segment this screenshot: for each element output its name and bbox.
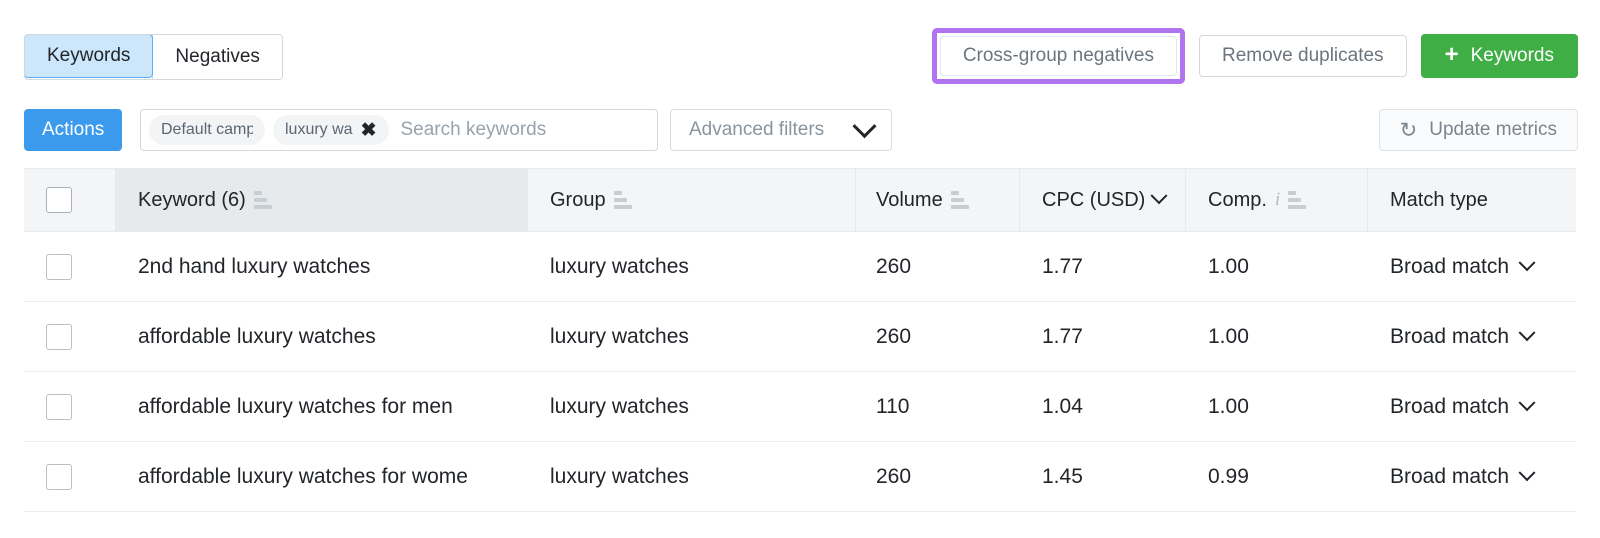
update-metrics-label: Update metrics — [1429, 119, 1557, 140]
close-icon[interactable]: ✖ — [361, 121, 377, 140]
select-all-checkbox[interactable] — [46, 187, 72, 213]
cell-volume: 110 — [876, 394, 910, 418]
view-tabs: Keywords Negatives — [24, 34, 283, 80]
row-checkbox[interactable] — [46, 463, 72, 490]
tab-keywords-label: Keywords — [47, 45, 131, 66]
cell-group: luxury watches — [550, 394, 689, 418]
column-header-match-type[interactable]: Match type — [1368, 168, 1576, 232]
cell-volume: 260 — [876, 324, 912, 348]
cell-volume: 260 — [876, 254, 912, 278]
column-header-group-label: Group — [550, 188, 606, 211]
keywords-manager-page: Keywords Negatives Cross-group negatives… — [0, 0, 1600, 538]
cell-cpc: 1.45 — [1042, 464, 1083, 488]
filter-chip-group[interactable]: luxury wa ✖ — [273, 115, 389, 145]
cell-match-type-label: Broad match — [1390, 254, 1510, 278]
row-select-cell[interactable] — [24, 302, 116, 372]
cell-cpc: 1.04 — [1042, 394, 1083, 418]
table-row[interactable]: 2nd hand luxury watches luxury watches 2… — [24, 232, 1576, 302]
sort-icon[interactable] — [253, 191, 272, 209]
add-keywords-label: Keywords — [1470, 45, 1554, 66]
column-header-volume-label: Volume — [876, 188, 943, 211]
cross-group-negatives-highlight: Cross-group negatives — [931, 28, 1185, 84]
column-header-comp[interactable]: Comp. i — [1186, 168, 1368, 232]
table-row[interactable]: affordable luxury watches luxury watches… — [24, 302, 1576, 372]
tab-keywords[interactable]: Keywords — [24, 35, 154, 78]
chevron-down-icon[interactable] — [1518, 393, 1536, 411]
cell-keyword: affordable luxury watches — [138, 324, 376, 348]
cell-group: luxury watches — [550, 254, 689, 278]
refresh-icon: ↻ — [1399, 118, 1418, 142]
table-row[interactable]: affordable luxury watches for wome luxur… — [24, 442, 1576, 512]
cell-match-type[interactable]: Broad match — [1368, 302, 1576, 372]
add-keywords-button[interactable]: + Keywords — [1420, 34, 1578, 78]
table-body: 2nd hand luxury watches luxury watches 2… — [24, 232, 1576, 512]
column-header-comp-label: Comp. — [1208, 188, 1267, 211]
filter-chip-campaign[interactable]: Default campa — [149, 115, 265, 145]
filter-chip-campaign-label: Default campa — [161, 121, 253, 138]
cell-cpc: 1.77 — [1042, 254, 1083, 278]
cell-comp: 1.00 — [1208, 254, 1249, 278]
sort-icon[interactable] — [613, 191, 632, 209]
remove-duplicates-label: Remove duplicates — [1221, 45, 1384, 66]
column-header-match-type-label: Match type — [1390, 188, 1488, 211]
actions-label: Actions — [42, 119, 105, 140]
row-select-cell[interactable] — [24, 442, 116, 512]
column-header-keyword-label: Keyword (6) — [138, 188, 246, 211]
chevron-down-icon[interactable] — [1150, 187, 1168, 205]
cell-match-type-label: Broad match — [1390, 324, 1510, 348]
chevron-down-icon — [852, 113, 877, 138]
tab-negatives[interactable]: Negatives — [152, 35, 282, 79]
table-header-row: Keyword (6) Group Volume CPC (USD) Comp.… — [24, 168, 1576, 232]
column-header-cpc-label: CPC (USD) — [1042, 188, 1146, 211]
table-row[interactable]: affordable luxury watches for men luxury… — [24, 372, 1576, 442]
row-checkbox[interactable] — [46, 393, 72, 420]
cell-keyword: affordable luxury watches for men — [138, 394, 453, 418]
filter-bar: Actions Default campa luxury wa ✖ Advanc… — [0, 96, 1600, 162]
advanced-filters-dropdown[interactable]: Advanced filters — [670, 109, 892, 151]
chevron-down-icon[interactable] — [1518, 323, 1536, 341]
cell-match-type-label: Broad match — [1390, 394, 1510, 418]
cell-group: luxury watches — [550, 464, 689, 488]
cell-match-type[interactable]: Broad match — [1368, 442, 1576, 512]
cell-keyword: affordable luxury watches for wome — [138, 464, 468, 488]
cell-match-type[interactable]: Broad match — [1368, 232, 1576, 302]
cell-volume: 260 — [876, 464, 912, 488]
sort-icon[interactable] — [1288, 191, 1307, 209]
keywords-table: Keyword (6) Group Volume CPC (USD) Comp.… — [24, 168, 1576, 512]
cross-group-negatives-label: Cross-group negatives — [962, 45, 1154, 66]
update-metrics-button[interactable]: ↻ Update metrics — [1378, 109, 1578, 151]
column-header-cpc[interactable]: CPC (USD) — [1020, 168, 1186, 232]
cell-comp: 1.00 — [1208, 394, 1249, 418]
row-select-cell[interactable] — [24, 372, 116, 442]
remove-duplicates-button[interactable]: Remove duplicates — [1198, 35, 1407, 77]
cell-comp: 0.99 — [1208, 464, 1249, 488]
cell-match-type[interactable]: Broad match — [1368, 372, 1576, 442]
row-select-cell[interactable] — [24, 232, 116, 302]
top-bar: Keywords Negatives Cross-group negatives… — [0, 0, 1600, 96]
column-header-group[interactable]: Group — [528, 168, 856, 232]
advanced-filters-label: Advanced filters — [689, 119, 825, 140]
tab-negatives-label: Negatives — [175, 46, 260, 67]
cell-keyword: 2nd hand luxury watches — [138, 254, 371, 278]
search-input[interactable] — [396, 119, 649, 141]
cell-match-type-label: Broad match — [1390, 464, 1510, 488]
cell-comp: 1.00 — [1208, 324, 1249, 348]
column-header-keyword[interactable]: Keyword (6) — [116, 168, 528, 232]
plus-icon: + — [1444, 41, 1459, 68]
sort-icon[interactable] — [950, 191, 969, 209]
row-checkbox[interactable] — [46, 323, 72, 350]
row-checkbox[interactable] — [46, 253, 72, 280]
search-box[interactable]: Default campa luxury wa ✖ — [140, 109, 658, 151]
chevron-down-icon[interactable] — [1518, 253, 1536, 271]
actions-button[interactable]: Actions — [24, 109, 123, 151]
chevron-down-icon[interactable] — [1518, 463, 1536, 481]
column-header-volume[interactable]: Volume — [856, 168, 1020, 232]
filter-chip-group-label: luxury wa — [285, 121, 353, 138]
cell-cpc: 1.77 — [1042, 324, 1083, 348]
cell-group: luxury watches — [550, 324, 689, 348]
info-icon[interactable]: i — [1275, 189, 1280, 211]
column-header-select-all[interactable] — [24, 168, 116, 232]
top-bar-actions: Cross-group negatives Remove duplicates … — [931, 28, 1578, 84]
cross-group-negatives-button[interactable]: Cross-group negatives — [939, 36, 1177, 76]
